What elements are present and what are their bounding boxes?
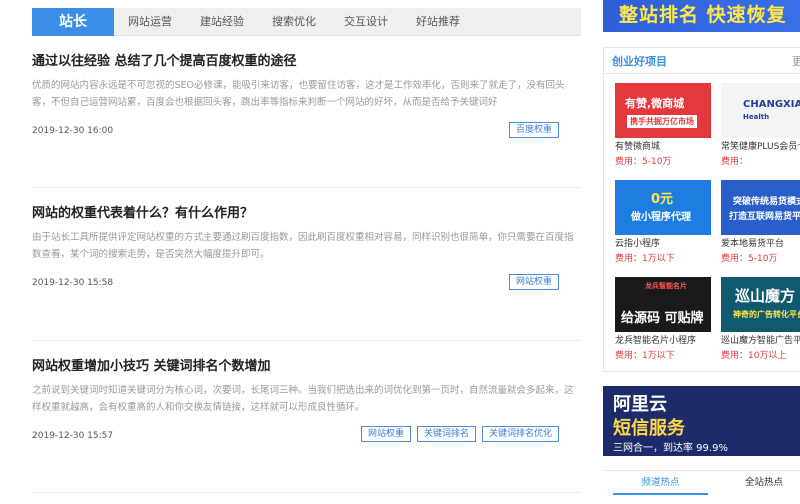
fee-value: 5-10万 — [642, 157, 672, 167]
fee-label: 费用： — [615, 157, 643, 167]
tag-button[interactable]: 关键词排名优化 — [481, 426, 559, 442]
project-image-text: CHANGXIAO — [743, 99, 800, 110]
aliyun-banner-note: 三网合一，到达率 99.9% — [613, 443, 728, 454]
project-image-subtext: 携手共掘万亿市场 — [627, 115, 697, 128]
project-name: 常笑健康PLUS会员卡 — [721, 142, 800, 152]
article-title[interactable]: 网站的权重代表着什么？有什么作用？ — [32, 205, 581, 223]
article-tags: 网站权重 关键词排名 关键词排名优化 — [360, 426, 559, 442]
project-image-subtext: 打造互联网易货平台 — [729, 212, 800, 222]
article-excerpt: 由于站长工具所提供评定网站权重的方式主要通过刷百度指数，因此刷百度权重相对容易，… — [32, 232, 574, 260]
project-image: 巡山魔方 神奇的广告转化平台 — [721, 277, 800, 332]
project-name: 爱本地易货平台 — [721, 239, 785, 249]
aliyun-banner-title: 阿里云 — [613, 394, 667, 415]
fee-label: 费用： — [721, 351, 749, 361]
fee-value: 10万以上 — [748, 351, 787, 361]
article-excerpt: 优质的网站内容永远是不可忽视的SEO必修课，能吸引来访客，也要留住访客，这才是工… — [32, 80, 565, 108]
divider — [32, 340, 581, 341]
project-image: 突破传统易货模式 打造互联网易货平台 — [721, 180, 800, 235]
project-fee: 费用：5-10万 — [615, 156, 671, 168]
article-title[interactable]: 通过以往经验 总结了几个提高百度权重的途径 — [32, 53, 581, 71]
project-name: 云指小程序 — [615, 239, 661, 249]
tab-channel-hot[interactable]: 频道热点 — [613, 471, 708, 495]
project-image: 龙兵智能名片 给源码 可贴牌 — [615, 277, 711, 332]
tag-button[interactable]: 百度权重 — [508, 122, 559, 138]
top-banner-text: 整站排名 快速恢复 — [619, 4, 787, 26]
fee-label: 费用： — [615, 351, 643, 361]
projects-box: 创业好项目 更 有赞,微商城 携手共掘万亿市场 有赞微商城 费用：5-10万 C… — [603, 47, 800, 372]
article-date: 2019-12-30 15:57 — [32, 431, 114, 441]
fee-label: 费用： — [721, 254, 749, 264]
article-tags: 百度权重 — [508, 122, 559, 138]
article-title[interactable]: 网站权重增加小技巧 关键词排名个数增加 — [32, 358, 581, 376]
aliyun-banner-subtitle: 短信服务 — [613, 418, 685, 439]
article-item: 网站权重增加小技巧 关键词排名个数增加 之前说到关键词时知道关键词分为核心词，次… — [32, 358, 581, 458]
projects-more-link[interactable]: 更 — [792, 53, 800, 69]
project-image-text: 突破传统易货模式 — [733, 197, 800, 207]
article-tags: 网站权重 — [508, 274, 559, 290]
article-date: 2019-12-30 15:58 — [32, 278, 114, 288]
divider — [32, 492, 581, 493]
project-name: 巡山魔方智能广告平台 — [721, 336, 800, 346]
nav-link-seo[interactable]: 搜索优化 — [258, 8, 330, 36]
page: 站长 网站运营 建站经验 搜索优化 交互设计 好站推荐 通过以往经验 总结了几个… — [0, 0, 800, 504]
tag-button[interactable]: 网站权重 — [508, 274, 559, 290]
nav-link-interaction[interactable]: 交互设计 — [330, 8, 402, 36]
article-date: 2019-12-30 16:00 — [32, 126, 114, 136]
nav-brand-tab[interactable]: 站长 — [32, 8, 114, 36]
fee-value: 1万以下 — [642, 254, 675, 264]
article-item: 网站的权重代表着什么？有什么作用？ 由于站长工具所提供评定网站权重的方式主要通过… — [32, 205, 581, 305]
projects-header: 创业好项目 更 — [604, 48, 800, 74]
project-image-text: 有赞,微商城 — [625, 97, 685, 110]
article-excerpt: 之前说到关键词时知道关键词分为核心词，次要词，长尾词三种。当我们把选出来的词优化… — [32, 385, 574, 413]
top-nav: 站长 网站运营 建站经验 搜索优化 交互设计 好站推荐 — [32, 8, 581, 36]
project-fee: 费用： — [721, 156, 748, 168]
fee-value: 5-10万 — [748, 254, 778, 264]
article-item: 通过以往经验 总结了几个提高百度权重的途径 优质的网站内容永远是不可忽视的SEO… — [32, 53, 581, 153]
project-image-text: 0元 — [651, 192, 674, 207]
projects-title: 创业好项目 — [612, 55, 667, 68]
fee-value: 1万以下 — [642, 351, 675, 361]
project-fee: 费用：1万以下 — [615, 350, 675, 362]
project-fee: 费用：10万以上 — [721, 350, 786, 362]
nav-links: 网站运营 建站经验 搜索优化 交互设计 好站推荐 — [114, 8, 474, 36]
project-image-subtext: 神奇的广告转化平台 — [733, 310, 800, 319]
project-image-text: 巡山魔方 — [735, 287, 796, 305]
project-image: CHANGXIAO Health — [721, 83, 800, 138]
aliyun-ad-banner[interactable]: 阿里云 短信服务 三网合一，到达率 99.9% — [603, 386, 800, 456]
project-image-subtext: 给源码 可贴牌 — [621, 311, 704, 326]
top-ad-banner[interactable]: 整站排名 快速恢复 — [603, 0, 800, 32]
hot-tabs: 频道热点 全站热点 — [603, 470, 800, 495]
project-image-subtext: Health — [743, 113, 770, 121]
project-image-subtext: 做小程序代理 — [631, 212, 691, 223]
nav-link-recommend[interactable]: 好站推荐 — [402, 8, 474, 36]
tag-button[interactable]: 网站权重 — [360, 426, 411, 442]
project-image-text: 龙兵智能名片 — [645, 282, 687, 290]
tag-button[interactable]: 关键词排名 — [416, 426, 476, 442]
nav-link-building[interactable]: 建站经验 — [186, 8, 258, 36]
fee-label: 费用： — [615, 254, 643, 264]
nav-link-operations[interactable]: 网站运营 — [114, 8, 186, 36]
project-image: 有赞,微商城 携手共掘万亿市场 — [615, 83, 711, 138]
fee-label: 费用： — [721, 157, 749, 167]
project-fee: 费用：5-10万 — [721, 253, 777, 265]
project-image: 0元 做小程序代理 — [615, 180, 711, 235]
project-name: 龙兵智能名片小程序 — [615, 336, 697, 346]
tab-site-hot[interactable]: 全站热点 — [728, 471, 800, 495]
divider — [32, 187, 581, 188]
project-name: 有赞微商城 — [615, 142, 661, 152]
project-fee: 费用：1万以下 — [615, 253, 675, 265]
